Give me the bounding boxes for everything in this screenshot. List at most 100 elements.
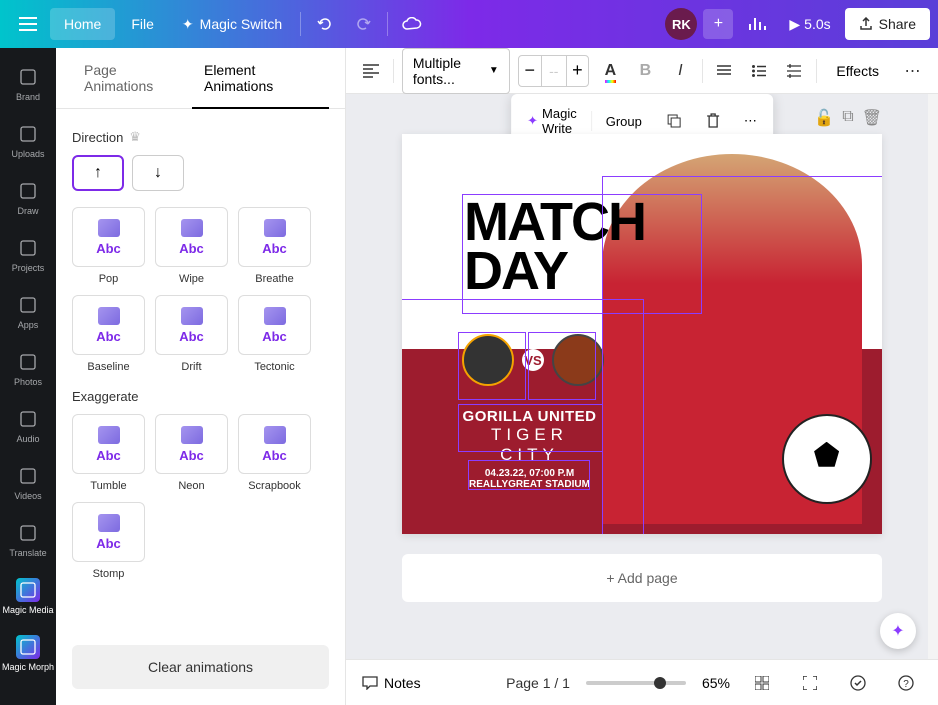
animation-pop[interactable]: AbcPop [72,207,145,285]
italic-button[interactable]: I [667,55,694,87]
rail-draw[interactable]: Draw [0,170,56,225]
rail-magic-morph[interactable]: Magic Morph [0,626,56,681]
rail-label: Audio [16,434,39,444]
uploads-icon [16,122,40,146]
font-size-decrease[interactable]: − [519,56,541,86]
bold-button[interactable]: B [632,55,659,87]
grid-view-button[interactable] [746,667,778,699]
copy-button[interactable] [656,107,692,135]
design-page[interactable]: MATCH DAY VS GORILLA UNITED TIGER CITY 0… [402,134,882,534]
upload-icon [859,17,873,31]
magic-media-icon [16,578,40,602]
photos-icon [16,350,40,374]
rail-videos[interactable]: Videos [0,455,56,510]
animation-label: Breathe [255,273,294,285]
magic-switch-button[interactable]: ✦ Magic Switch [170,8,294,41]
font-select[interactable]: Multiple fonts... ▼ [402,48,510,94]
animation-tectonic[interactable]: AbcTectonic [238,295,311,373]
check-button[interactable] [842,667,874,699]
context-more-button[interactable]: ⋯ [734,107,767,135]
animation-breathe[interactable]: AbcBreathe [238,207,311,285]
canvas-viewport[interactable]: 🔓 ⧉ 🗑 ✦ Magic Write Group [346,94,938,659]
rail-photos[interactable]: Photos [0,341,56,396]
plus-button[interactable]: + [703,9,733,39]
animation-drift[interactable]: AbcDrift [155,295,228,373]
brand-icon [16,65,40,89]
share-button[interactable]: Share [845,8,930,40]
add-page-button[interactable]: + Add page [402,554,882,602]
match-title[interactable]: MATCH DAY [464,198,645,295]
list-button[interactable] [746,55,773,87]
animation-scrapbook[interactable]: AbcScrapbook [238,414,311,492]
rail-label: Videos [14,491,41,501]
file-link[interactable]: File [117,8,168,40]
team-badges[interactable]: VS [462,334,604,386]
zoom-value[interactable]: 65% [702,675,730,691]
rail-translate[interactable]: Translate [0,512,56,567]
page-number[interactable]: Page 1 / 1 [506,675,570,691]
rail-label: Translate [9,548,46,558]
magic-morph-icon [16,635,40,659]
play-duration[interactable]: ▶ 5.0s [781,16,838,33]
cloud-sync-icon[interactable] [394,6,430,42]
direction-up-button[interactable]: ↑ [72,155,124,191]
scrollbar-vertical[interactable] [928,94,938,659]
animation-stomp[interactable]: AbcStomp [72,502,145,580]
notes-button[interactable]: Notes [362,675,421,691]
redo-button[interactable] [345,6,381,42]
effects-button[interactable]: Effects [824,57,891,85]
lock-icon[interactable]: 🔓 [814,108,834,128]
ai-fab-button[interactable]: ✦ [880,613,916,649]
rail-magic-media[interactable]: Magic Media [0,569,56,624]
tab-element-animations[interactable]: Element Animations [192,48,329,108]
team2-badge[interactable] [552,334,604,386]
duplicate-page-icon[interactable]: ⧉ [842,108,853,128]
font-size-increase[interactable]: + [566,56,588,86]
topbar: Home File ✦ Magic Switch RK + ▶ 5.0s Sha… [0,0,938,48]
animation-label: Wipe [179,273,204,285]
magic-switch-label: Magic Switch [200,16,282,32]
videos-icon [16,464,40,488]
animation-baseline[interactable]: AbcBaseline [72,295,145,373]
share-label: Share [879,16,916,32]
direction-down-button[interactable]: ↓ [132,155,184,191]
zoom-slider[interactable] [586,681,686,685]
match-info[interactable]: 04.23.22, 07:00 P.M REALLYGREAT STADIUM [462,468,597,490]
chevron-down-icon: ▼ [489,65,499,76]
svg-text:?: ? [903,679,909,690]
text-align-button[interactable] [711,55,738,87]
rail-label: Brand [16,92,40,102]
rail-uploads[interactable]: Uploads [0,113,56,168]
rail-projects[interactable]: Projects [0,227,56,282]
animation-label: Stomp [93,568,125,580]
clear-animations-button[interactable]: Clear animations [72,645,329,689]
delete-page-icon[interactable]: 🗑 [862,108,882,128]
animation-label: Tumble [90,480,126,492]
group-button[interactable]: Group [596,108,652,135]
text-color-button[interactable]: A [597,55,624,87]
font-size-group: − -- + [518,55,589,87]
avatar[interactable]: RK [665,8,697,40]
rail-apps[interactable]: Apps [0,284,56,339]
font-size-value[interactable]: -- [541,56,566,86]
delete-button[interactable] [696,107,730,135]
home-link[interactable]: Home [50,8,115,40]
play-icon: ▶ [789,16,800,33]
animation-neon[interactable]: AbcNeon [155,414,228,492]
menu-button[interactable] [8,4,48,44]
team-names[interactable]: GORILLA UNITED TIGER CITY [462,408,597,465]
animation-tumble[interactable]: AbcTumble [72,414,145,492]
animation-wipe[interactable]: AbcWipe [155,207,228,285]
team1-badge[interactable] [462,334,514,386]
help-button[interactable]: ? [890,667,922,699]
spacing-button[interactable] [781,55,808,87]
rail-audio[interactable]: Audio [0,398,56,453]
fullscreen-button[interactable] [794,667,826,699]
more-button[interactable]: ⋯ [899,55,926,87]
analytics-button[interactable] [739,6,775,42]
animation-label: Tectonic [254,361,294,373]
undo-button[interactable] [307,6,343,42]
tab-page-animations[interactable]: Page Animations [72,48,192,108]
rail-brand[interactable]: Brand [0,56,56,111]
align-menu-button[interactable] [358,55,385,87]
